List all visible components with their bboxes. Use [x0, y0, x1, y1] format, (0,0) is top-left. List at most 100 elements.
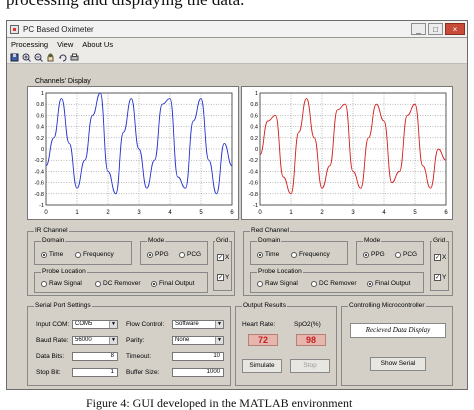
new-icon[interactable]: [10, 53, 19, 62]
stop-bit-label: Stop Bit:: [36, 369, 61, 376]
pan-icon[interactable]: [46, 53, 55, 62]
ir-probe-raw-label: Raw Signal: [49, 280, 82, 287]
maximize-button[interactable]: □: [428, 23, 443, 35]
red-probe-dc-radio[interactable]: [311, 281, 317, 287]
ir-x-tick-label: 4: [168, 210, 172, 216]
menu-bar: Processing View About Us: [7, 38, 467, 51]
ir-domain-time-label: Time: [49, 251, 63, 258]
spo2-label: SpO2(%): [294, 321, 321, 328]
parity-label: Parity:: [126, 337, 144, 344]
heart-rate-readout: 72: [248, 334, 278, 346]
ir-probe-final-label: Final Output: [159, 280, 194, 287]
ir-y-tick-label: 0.6: [36, 113, 44, 119]
show-serial-button[interactable]: Show Serial: [370, 357, 426, 371]
ir-x-tick-label: 1: [75, 210, 79, 216]
red-y-tick-label: -0.2: [249, 158, 258, 164]
buffer-size-field[interactable]: 1000: [172, 368, 224, 377]
red-x-tick-label: 1: [289, 210, 293, 216]
red-y-tick-label: 0.6: [250, 113, 258, 119]
microcontroller-title: Controlling Microcontroller: [348, 302, 426, 310]
red-mode-pcg-radio[interactable]: [395, 252, 401, 258]
received-data-banner: Recieved Data Display: [350, 323, 446, 338]
ir-mode-title: Mode: [147, 237, 165, 245]
red-probe-final-label: Final Output: [375, 280, 410, 287]
red-x-tick-label: 4: [382, 210, 386, 216]
ir-mode-pcg-radio[interactable]: [179, 252, 185, 258]
close-button[interactable]: ×: [445, 23, 465, 35]
ir-y-tick-label: 0.4: [36, 125, 44, 131]
input-com-select[interactable]: COM5▼: [72, 320, 118, 329]
red-y-tick-label: 0.4: [250, 125, 258, 131]
ir-y-tick-label: -0.8: [35, 192, 44, 198]
red-y-tick-label: 0.8: [250, 102, 258, 108]
baud-rate-select[interactable]: 56000▼: [72, 336, 118, 345]
red-mode-title: Mode: [363, 237, 381, 245]
ir-grid-x-checkbox[interactable]: ✓: [217, 254, 224, 261]
red-probe-title: Probe Location: [257, 268, 303, 276]
red-probe-raw-label: Raw Signal: [265, 280, 298, 287]
ir-x-tick-label: 5: [199, 210, 203, 216]
red-domain-time-label: Time: [265, 251, 279, 258]
ir-domain-group: Domain Time Frequency: [34, 241, 132, 265]
channels-display-label: Channels' Display: [35, 78, 91, 85]
zoom-out-icon[interactable]: [34, 53, 43, 62]
window-title: PC Based Oximeter: [23, 25, 411, 34]
red-probe-raw-radio[interactable]: [257, 281, 263, 287]
red-probe-final-radio[interactable]: [367, 281, 373, 287]
stop-button[interactable]: Stop: [290, 359, 330, 373]
red-y-tick-label: 1: [255, 91, 258, 97]
ir-grid-title: Grid: [215, 237, 229, 245]
minimize-button[interactable]: _: [411, 23, 426, 35]
timeout-field[interactable]: 10: [172, 352, 224, 361]
ir-y-tick-label: -1: [39, 203, 44, 209]
ir-domain-time-radio[interactable]: [41, 252, 47, 258]
rotate-icon[interactable]: [58, 53, 67, 62]
menu-about-us[interactable]: About Us: [82, 40, 113, 49]
red-mode-ppg-label: PPG: [371, 251, 385, 258]
red-mode-ppg-radio[interactable]: [363, 252, 369, 258]
red-domain-title: Domain: [257, 237, 281, 245]
red-x-tick-label: 3: [351, 210, 355, 216]
ir-domain-frequency-radio[interactable]: [75, 252, 81, 258]
red-y-tick-label: 0: [255, 147, 258, 153]
menu-view[interactable]: View: [57, 40, 73, 49]
red-grid-group: Grid ✓ X ✓ Y: [430, 241, 449, 291]
output-results-group: Output Results Heart Rate: SpO2(%) 72 98…: [235, 306, 337, 386]
spo2-readout: 98: [296, 334, 326, 346]
stop-bit-field[interactable]: 1: [72, 368, 118, 377]
red-domain-group: Domain Time Frequency: [250, 241, 348, 265]
ir-y-tick-label: 1: [41, 91, 44, 97]
red-grid-x-checkbox[interactable]: ✓: [434, 254, 441, 261]
ir-probe-raw-radio[interactable]: [41, 281, 47, 287]
menu-processing[interactable]: Processing: [11, 40, 48, 49]
data-bits-field[interactable]: 8: [72, 352, 118, 361]
zoom-in-icon[interactable]: [22, 53, 31, 62]
red-mode-pcg-label: PCG: [403, 251, 417, 258]
red-domain-frequency-radio[interactable]: [291, 252, 297, 258]
ir-probe-dc-radio[interactable]: [95, 281, 101, 287]
ir-grid-y-checkbox[interactable]: ✓: [217, 274, 224, 281]
ir-mode-pcg-label: PCG: [187, 251, 201, 258]
output-results-title: Output Results: [242, 302, 287, 310]
red-plot-frame: 012345610.80.60.40.20-0.2-0.4-0.6-0.8-1: [241, 86, 453, 220]
serial-port-group: Serial Port Settings Input COM: COM5▼ Ba…: [27, 306, 231, 386]
red-mode-group: Mode PPG PCG: [356, 241, 424, 265]
simulate-button[interactable]: Simulate: [242, 359, 282, 373]
red-x-tick-label: 2: [320, 210, 324, 216]
parity-select[interactable]: None▼: [172, 336, 224, 345]
buffer-size-label: Buffer Size:: [126, 369, 159, 376]
ir-probe-dc-label: DC Remover: [103, 280, 141, 287]
print-icon[interactable]: [70, 53, 79, 62]
ir-probe-final-radio[interactable]: [151, 281, 157, 287]
red-grid-y-checkbox[interactable]: ✓: [434, 274, 441, 281]
red-domain-time-radio[interactable]: [257, 252, 263, 258]
ir-probe-title: Probe Location: [41, 268, 87, 276]
red-domain-frequency-label: Frequency: [299, 251, 330, 258]
red-grid-y-label: Y: [442, 274, 446, 281]
ir-mode-ppg-radio[interactable]: [147, 252, 153, 258]
red-channel-title: Red Channel: [250, 227, 290, 235]
ir-grid-group: Grid ✓ X ✓ Y: [213, 241, 232, 291]
flow-control-select[interactable]: Software▼: [172, 320, 224, 329]
data-bits-label: Data Bits:: [36, 353, 64, 360]
ir-domain-title: Domain: [41, 237, 65, 245]
